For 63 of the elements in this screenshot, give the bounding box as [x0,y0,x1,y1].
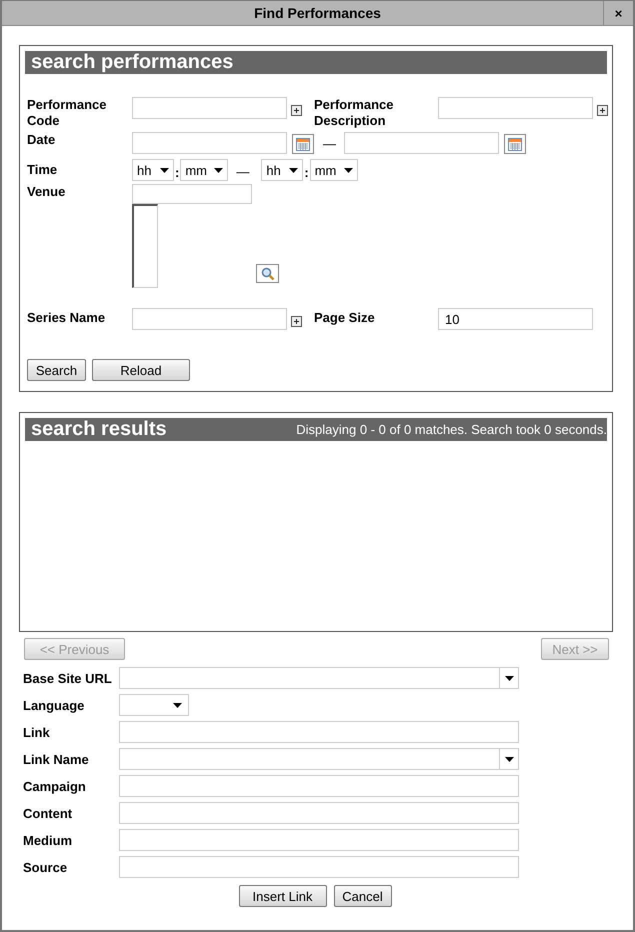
caret-icon [160,168,169,172]
calendar-button[interactable] [292,134,314,154]
venue-list[interactable] [132,204,158,288]
text-field[interactable] [119,721,519,743]
start-date-field[interactable] [132,132,287,154]
results-summary: Displaying 0 - 0 of 0 matches. Search took 0 seconds. [296,422,607,437]
time-colon: : [175,164,180,180]
text-field[interactable] [119,856,519,878]
dialog-button[interactable]: Cancel [334,885,392,907]
time-select[interactable]: mm [310,159,358,181]
time-select[interactable]: hh [261,159,304,181]
calendar-icon [508,138,522,150]
field-label: Language [23,698,86,712]
field-label: Base Site URL [23,670,113,686]
caret-icon [289,168,298,172]
lookup-button[interactable] [256,264,279,283]
field-label: Series Name [27,309,106,326]
caret-icon [344,168,353,172]
field-label: Link [23,724,51,740]
section-title: search results [31,418,167,441]
field-label: Medium [23,832,74,848]
field-label: Date [27,132,56,148]
performance-description-field[interactable] [438,97,593,119]
field-label: Venue [27,184,66,200]
expand-icon[interactable] [597,105,608,116]
search-icon [260,266,274,280]
field-label: Link Name [23,752,90,766]
text-field[interactable] [119,775,519,797]
calendar-button[interactable] [504,134,526,154]
calendar-icon [296,138,310,150]
window-title: Find Performances [254,5,381,21]
performance-code-field[interactable] [132,97,287,119]
caret-icon [504,756,514,762]
range-dash: — [236,164,250,179]
field-label: Content [23,806,74,820]
caret-icon [173,702,182,708]
expand-icon[interactable] [291,316,302,327]
field-label: Performance Code [27,97,108,129]
series-name-field[interactable] [132,308,287,330]
field-label: Campaign [23,778,87,794]
range-dash: — [323,136,336,151]
field-label: Time [27,161,58,178]
venue-field[interactable] [132,184,252,204]
time-select[interactable]: hh [132,159,174,181]
section-title: search performances [31,51,234,74]
caret-icon [214,168,224,172]
field-label: Page Size [314,309,376,326]
language-select[interactable] [119,694,189,716]
page-size-field[interactable]: 10 [438,308,593,330]
time-colon: : [304,164,309,180]
end-date-field[interactable] [344,132,499,154]
dialog-button[interactable]: Insert Link [238,885,326,907]
field-label: Source [23,860,68,874]
time-select[interactable]: mm [180,159,228,181]
combo-field[interactable] [119,667,519,689]
field-label: Performance Description [314,97,394,129]
form-button[interactable]: Search [27,359,86,381]
combo-field[interactable] [119,748,519,770]
text-field[interactable] [119,802,519,824]
expand-icon[interactable] [291,105,302,116]
text-field[interactable] [119,829,519,851]
caret-icon [504,676,514,680]
form-button[interactable]: Reload [92,359,190,381]
